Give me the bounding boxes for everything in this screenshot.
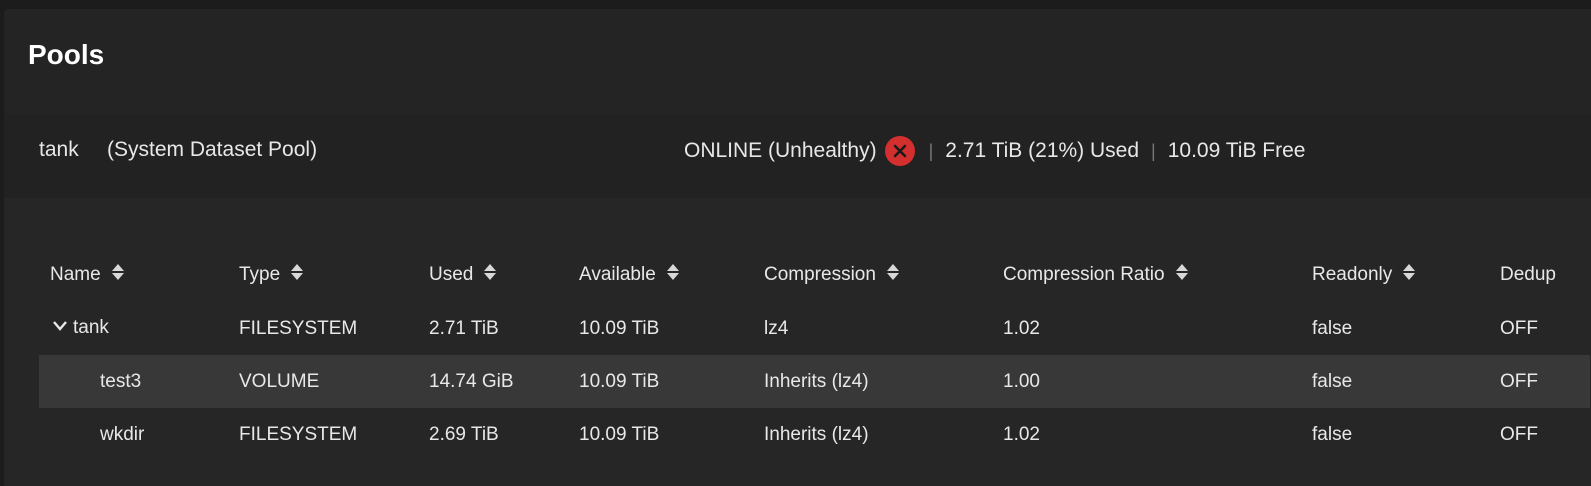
cell-name: tank (39, 302, 228, 355)
sort-icon[interactable] (1402, 263, 1416, 287)
cell-available: 10.09 TiB (579, 423, 660, 445)
cell-name: test3 (39, 355, 228, 408)
sort-icon[interactable] (483, 263, 497, 287)
cell-dedup: OFF (1489, 355, 1590, 408)
column-header-label: Type (239, 263, 281, 285)
column-header-label: Available (579, 263, 656, 285)
column-header-label: Compression Ratio (1003, 263, 1165, 285)
error-circle-icon[interactable] (884, 136, 915, 166)
cell-used: 2.69 TiB (429, 423, 499, 445)
table-row[interactable]: wkdir FILESYSTEM 2.69 TiB 10.09 TiB Inhe… (39, 408, 1590, 461)
cell-compression: Inherits (lz4) (753, 355, 992, 408)
cell-compression: Inherits (lz4) (764, 423, 869, 445)
pool-system-dataset-tag: (System Dataset Pool) (107, 138, 318, 161)
cell-readonly: false (1301, 355, 1489, 408)
cell-compression-ratio: 1.02 (1003, 423, 1040, 445)
cell-compression-ratio: 1.02 (1003, 317, 1040, 339)
table-row[interactable]: test3 VOLUME 14.74 GiB 10.09 TiB Inherit… (39, 355, 1590, 408)
page-title: Pools (28, 39, 105, 70)
pools-card: Pools tank (System Dataset Pool) ONLINE … (4, 9, 1591, 486)
dataset-table: Name Type Used Available Compression Com… (39, 247, 1590, 461)
cell-available: 10.09 TiB (579, 317, 660, 339)
column-header-label: Name (50, 263, 101, 285)
column-header-label: Used (429, 263, 474, 285)
column-header-compression[interactable]: Compression (753, 247, 992, 302)
cell-readonly: false (1312, 423, 1353, 445)
column-header-name[interactable]: Name (39, 247, 228, 302)
cell-type: VOLUME (228, 355, 418, 408)
cell-dedup: OFF (1500, 317, 1538, 339)
column-header-compression-ratio[interactable]: Compression Ratio (992, 247, 1301, 302)
pool-used: 2.71 TiB (21%) Used (945, 139, 1140, 162)
dataset-name: tank (73, 317, 109, 339)
cell-type: FILESYSTEM (239, 317, 358, 339)
cell-type: FILESYSTEM (239, 423, 358, 445)
sort-icon[interactable] (886, 263, 900, 287)
column-header-available[interactable]: Available (568, 247, 753, 302)
pool-free: 10.09 TiB Free (1167, 139, 1306, 162)
column-header-label: Compression (764, 263, 876, 285)
separator: | (1151, 140, 1156, 161)
pool-header[interactable]: tank (System Dataset Pool) ONLINE (Unhea… (4, 114, 1591, 198)
column-header-type[interactable]: Type (228, 247, 418, 302)
column-header-used[interactable]: Used (418, 247, 568, 302)
cell-compression: lz4 (764, 317, 789, 339)
cell-compression-ratio: 1.00 (992, 355, 1301, 408)
dataset-table-area: Name Type Used Available Compression Com… (4, 198, 1591, 486)
column-header-readonly[interactable]: Readonly (1301, 247, 1489, 302)
cell-readonly: false (1312, 317, 1353, 339)
cell-available: 10.09 TiB (568, 355, 753, 408)
cell-used: 14.74 GiB (418, 355, 568, 408)
separator: | (928, 140, 934, 161)
sort-icon[interactable] (111, 263, 125, 287)
cell-name: wkdir (100, 423, 145, 445)
sort-icon[interactable] (666, 263, 680, 287)
table-header-row: Name Type Used Available Compression Com… (39, 247, 1590, 302)
column-header-label: Dedup (1500, 263, 1556, 285)
sort-icon[interactable] (290, 263, 304, 287)
column-header-label: Readonly (1312, 263, 1393, 285)
pool-status-text: ONLINE (Unhealthy) (684, 139, 877, 162)
cell-used: 2.71 TiB (429, 317, 499, 339)
cell-dedup: OFF (1500, 423, 1538, 445)
sort-icon[interactable] (1175, 263, 1189, 287)
table-row[interactable]: tank FILESYSTEM 2.71 TiB 10.09 TiB lz4 1… (39, 302, 1590, 355)
pool-name: tank (39, 138, 79, 161)
column-header-dedup[interactable]: Dedup (1489, 247, 1590, 302)
pool-status-bar: ONLINE (Unhealthy) | 2.71 TiB (21%) Used… (684, 136, 1305, 166)
chevron-down-icon[interactable] (51, 317, 69, 339)
